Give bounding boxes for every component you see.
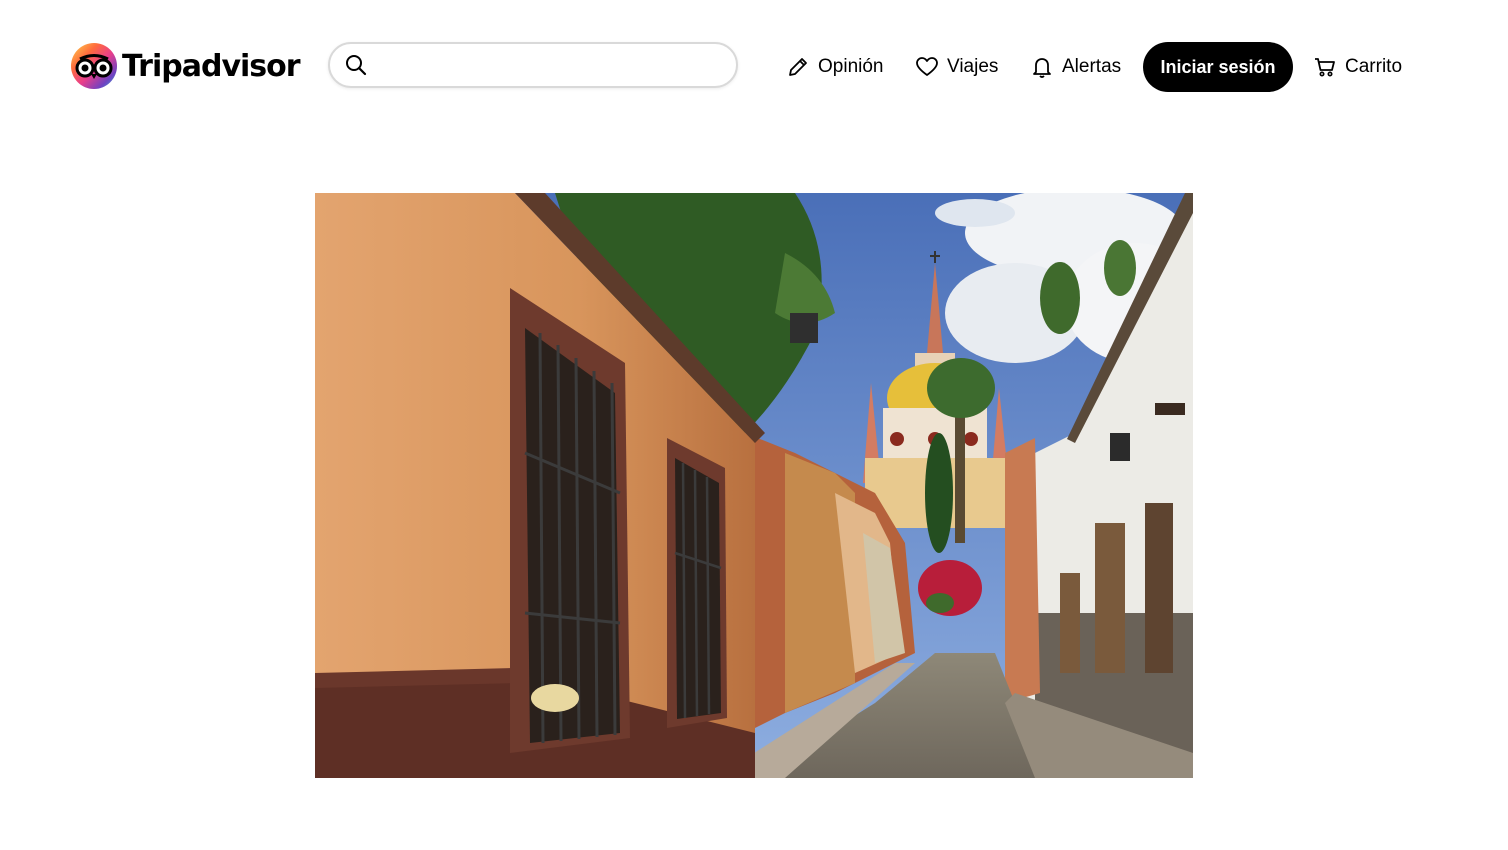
owl-logo-icon <box>71 43 117 89</box>
nav-review[interactable]: Opinión <box>786 50 884 84</box>
search-icon <box>346 55 367 76</box>
tripadvisor-logo[interactable]: Tripadvisor <box>70 42 301 90</box>
nav-alerts-label: Alertas <box>1062 56 1122 77</box>
nav-trips[interactable]: Viajes <box>915 50 998 84</box>
brand-name: Tripadvisor <box>122 48 301 84</box>
login-button[interactable]: Iniciar sesión <box>1143 42 1293 92</box>
search-input[interactable] <box>378 54 736 76</box>
nav-alerts[interactable]: Alertas <box>1030 50 1121 84</box>
nav-cart-label: Carrito <box>1345 56 1403 77</box>
hero-image <box>315 193 1193 778</box>
search-bar[interactable] <box>328 42 738 88</box>
cart-icon <box>1315 58 1335 77</box>
bell-icon <box>1033 58 1051 78</box>
nav-cart[interactable]: Carrito <box>1313 50 1402 84</box>
top-header: Tripadvisor Opinión Viajes Alertas Inici… <box>0 0 1508 130</box>
colonial-street-photo <box>315 193 1193 778</box>
heart-icon <box>916 57 938 76</box>
nav-review-label: Opinión <box>818 56 884 77</box>
pencil-icon <box>789 58 807 76</box>
nav-trips-label: Viajes <box>947 56 999 77</box>
